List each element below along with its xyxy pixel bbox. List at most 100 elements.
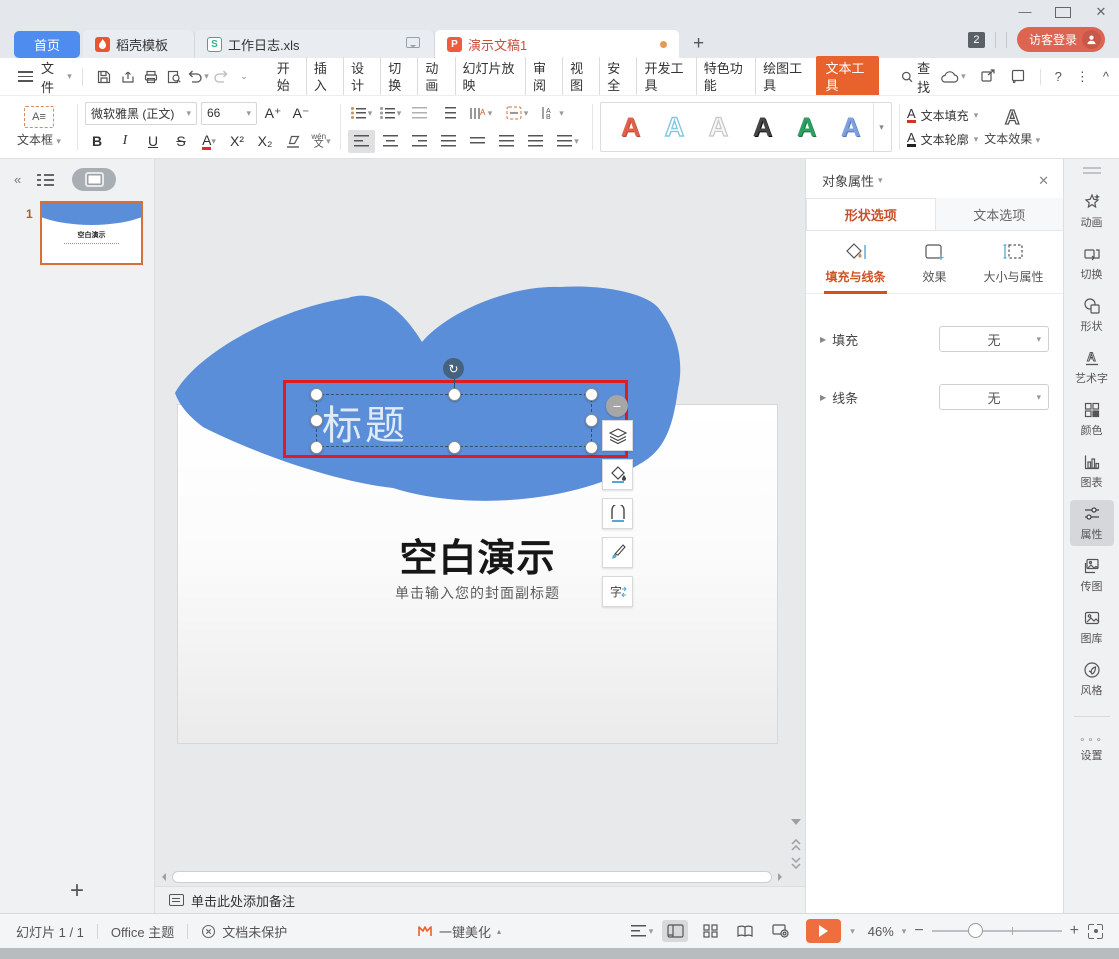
shape-outline-button[interactable] [602,498,633,529]
title-placeholder-text[interactable]: 标题 [322,393,408,451]
sidebar-item-gallery[interactable]: 图库 [1070,604,1114,650]
quickbar-collapse-icon[interactable]: ⌄ [232,65,255,89]
protection-status[interactable]: 文档未保护 [222,922,287,941]
resize-handle-e[interactable] [585,414,598,427]
text-fill-button[interactable]: A文本填充▾ [907,107,978,124]
menu-slideshow[interactable]: 幻灯片放映 [455,57,525,97]
text-style-button[interactable]: 字 [602,576,633,607]
menu-view[interactable]: 视图 [562,57,599,97]
textbox-button[interactable]: A≡ 文本框 ▾ [8,106,70,148]
align-center-button[interactable] [377,130,404,153]
panel-title[interactable]: 对象属性 [822,171,874,190]
play-options-icon[interactable]: ▾ [850,926,855,937]
slide-sorter-view-button[interactable] [697,920,723,942]
redo-button[interactable] [209,65,232,89]
notes-bar[interactable]: 单击此处添加备注 [155,886,805,913]
new-note-icon[interactable] [1010,68,1026,86]
menu-animation[interactable]: 动画 [417,57,454,97]
outline-view-icon[interactable] [37,173,54,186]
scroll-left-icon[interactable] [158,873,166,881]
slide-counter[interactable]: 幻灯片 1 / 1 [16,922,84,941]
sidebar-item-shapes[interactable]: 形状 [1070,292,1114,338]
collapse-floatbar-button[interactable]: − [606,395,628,417]
increase-para-space-button[interactable] [493,130,520,153]
beautify-button[interactable]: 一键美化 ▴ [417,922,501,941]
menu-insert[interactable]: 插入 [306,57,343,97]
fit-to-window-icon[interactable] [1088,924,1103,939]
sidebar-item-wordart[interactable]: A 艺术字 [1070,344,1114,390]
text-outline-button[interactable]: A文本轮廓▾ [907,131,978,148]
rotate-handle[interactable]: ↻ [443,358,464,379]
menu-review[interactable]: 审阅 [525,57,562,97]
tab-shape-options[interactable]: 形状选项 [806,198,936,230]
collapse-panel-icon[interactable]: « [14,172,19,187]
decrease-indent-button[interactable] [406,102,433,125]
char-spacing-button[interactable]: AB▾ [536,102,570,125]
distribute-button[interactable] [464,130,491,153]
sidebar-item-animation[interactable]: 动画 [1070,188,1114,234]
fill-select[interactable]: 无 ▾ [939,326,1049,352]
align-text-box-button[interactable]: ▾ [500,102,534,125]
wordart-style-red[interactable]: A [609,112,652,143]
slide-view-toggle[interactable] [72,168,116,191]
resize-handle-w[interactable] [310,414,323,427]
collapse-ribbon-icon[interactable]: ^ [1103,69,1109,84]
subtab-size-properties[interactable]: 大小与属性 [974,241,1053,293]
help-icon[interactable]: ? [1055,69,1062,84]
line-select[interactable]: 无 ▾ [939,384,1049,410]
subtab-fill-line[interactable]: 填充与线条 [816,241,895,293]
subscript-button[interactable]: X₂ [253,130,277,153]
resize-handle-ne[interactable] [585,388,598,401]
text-direction-button[interactable]: A▾ [464,102,498,125]
save-button[interactable] [93,65,116,89]
sidebar-item-colors[interactable]: 颜色 [1070,396,1114,442]
resize-handle-se[interactable] [585,441,598,454]
sidebar-item-properties[interactable]: 属性 [1070,500,1114,546]
line-spacing-button[interactable]: ▾ [551,130,585,153]
horizontal-scrollbar[interactable] [158,869,786,885]
format-brush-button[interactable] [602,537,633,568]
print-preview-button[interactable] [163,65,186,89]
underline-button[interactable]: U [141,130,165,153]
slide-thumbnail[interactable]: 空白演示 [40,201,143,265]
zoom-out-button[interactable]: − [914,922,923,940]
sidebar-item-settings[interactable]: ∘∘∘ 设置 [1070,727,1114,773]
tab-worklog-xls[interactable]: S 工作日志.xls [195,30,435,58]
superscript-button[interactable]: X² [225,130,249,153]
close-icon[interactable]: ✕ [1093,4,1109,21]
previous-slide-button[interactable] [791,839,801,854]
tab-docer-template[interactable]: 稻壳模板 [83,30,195,58]
menu-security[interactable]: 安全 [599,57,636,97]
decrease-para-space-button[interactable] [522,130,549,153]
wordart-style-blue-hatch[interactable]: A [829,112,872,143]
font-name-select[interactable]: 微软雅黑 (正文)▾ [85,102,197,125]
maximize-icon[interactable] [1055,4,1071,21]
find-button[interactable]: 查找 [901,58,940,96]
next-slide-button[interactable] [791,857,801,872]
close-panel-icon[interactable]: ✕ [1038,173,1049,189]
expand-line-icon[interactable]: ▶ [820,393,826,402]
slide-subtitle[interactable]: 单击输入您的封面副标题 [178,583,777,603]
minimize-icon[interactable]: — [1017,4,1033,21]
increase-indent-button[interactable] [435,102,462,125]
zoom-in-button[interactable]: + [1070,922,1079,940]
text-effect-button[interactable]: A 文本效果 ▾ [984,108,1040,147]
align-right-button[interactable] [406,130,433,153]
tab-presentation1[interactable]: P 演示文稿1 [435,30,679,58]
menu-start[interactable]: 开始 [270,57,306,97]
wordart-style-white[interactable]: A [697,112,740,143]
italic-button[interactable]: I [113,130,137,153]
theme-name[interactable]: Office 主题 [111,922,174,941]
wordart-style-blue-outline[interactable]: A [653,112,696,143]
bullet-list-button[interactable]: ▾ [348,102,375,125]
tab-text-options[interactable]: 文本选项 [936,198,1064,230]
notes-toggle-button[interactable]: ▾ [631,925,654,937]
sidebar-item-transition[interactable]: 切换 [1070,240,1114,286]
sidebar-item-style[interactable]: 风格 [1070,656,1114,702]
menu-drawing-tools[interactable]: 绘图工具 [755,57,814,97]
expand-fill-icon[interactable]: ▶ [820,335,826,344]
rail-grip-icon[interactable] [1083,167,1101,174]
zoom-level[interactable]: 46% [868,924,894,939]
menu-special-features[interactable]: 特色功能 [696,57,755,97]
zoom-slider-handle[interactable] [968,923,983,938]
